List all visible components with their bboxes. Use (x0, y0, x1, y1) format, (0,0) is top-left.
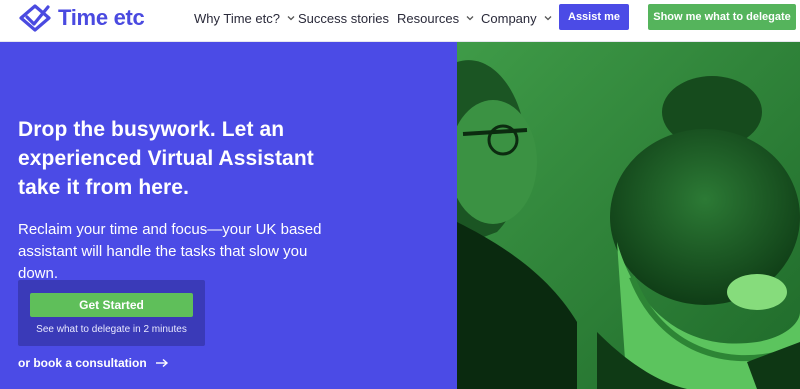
chevron-down-icon (287, 16, 295, 21)
nav-item-label: Success stories (298, 10, 390, 26)
get-started-button[interactable]: Get Started (30, 293, 193, 317)
consult-label: or book a consultation (18, 356, 147, 370)
site-header: Time etc Why Time etc? Success stories R… (0, 0, 800, 42)
nav-item-label: Company (481, 10, 537, 26)
logo-text: Time etc (58, 5, 145, 30)
nav-item-company[interactable]: Company (481, 0, 553, 36)
nav-item-success-stories[interactable]: Success stories (298, 0, 389, 36)
nav-item-label: Why Time etc? (194, 10, 280, 26)
photo-illustration (457, 42, 800, 389)
cta-box: Get Started See what to delegate in 2 mi… (18, 280, 205, 346)
nav-item-label: Resources (397, 10, 460, 26)
cta-caption: See what to delegate in 2 minutes (36, 324, 187, 335)
book-consultation-link[interactable]: or book a consultation (18, 356, 169, 370)
assist-me-button[interactable]: Assist me (559, 4, 629, 30)
nav-item-resources[interactable]: Resources (397, 0, 475, 36)
team-photo-image (457, 42, 800, 389)
show-delegate-button[interactable]: Show me what to delegate (648, 4, 796, 30)
chevron-down-icon (466, 16, 474, 21)
hero-subhead: Reclaim your time and focus—your UK base… (18, 221, 322, 282)
nav-item-why-time-etc[interactable]: Why Time etc? (194, 0, 296, 36)
chevron-down-icon (544, 16, 552, 21)
arrow-right-icon (155, 358, 168, 368)
hero-section: Drop the busywork. Let an experienced Vi… (0, 42, 457, 389)
hero-headline: Drop the busywork. Let an experienced Vi… (18, 118, 314, 199)
checkmark-diamond-icon (19, 4, 51, 32)
logo-link[interactable]: Time etc (18, 4, 145, 32)
